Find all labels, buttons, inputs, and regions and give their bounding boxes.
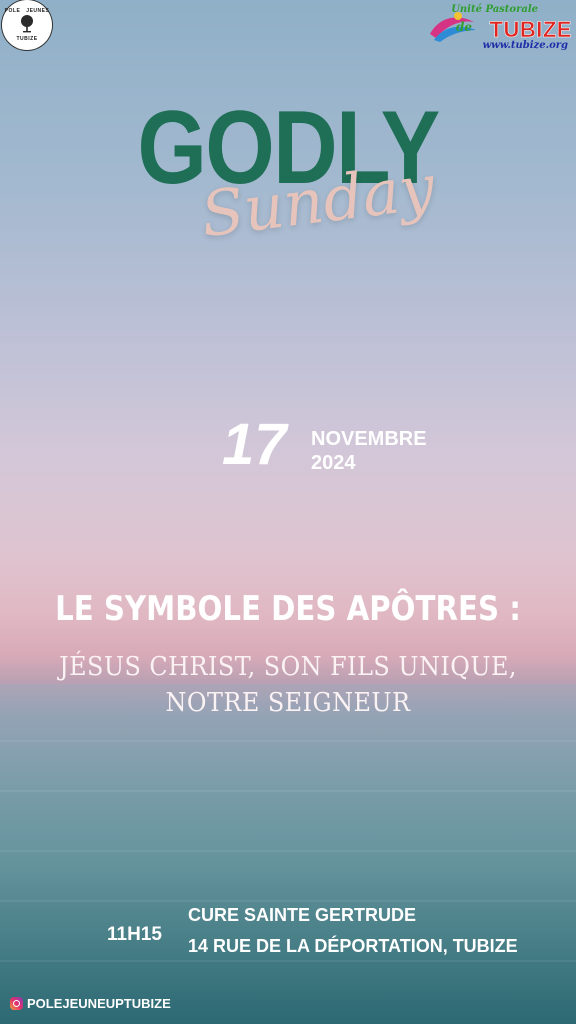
wave-line <box>0 790 576 792</box>
instagram-icon <box>10 997 23 1010</box>
date-month: NOVEMBRE <box>311 428 427 450</box>
logo-unite-pastorale: Unité Pastorale <box>451 4 538 15</box>
event-address: 14 RUE DE LA DÉPORTATION, TUBIZE <box>188 936 518 956</box>
instagram-handle-row[interactable]: POLEJEUNEUPTUBIZE <box>10 996 171 1011</box>
wave-line <box>0 740 576 742</box>
event-place: CURE SAINTE GERTRUDE <box>188 905 417 925</box>
logo-de: de <box>455 20 472 34</box>
theme-line-2: JÉSUS CHRIST, SON FILS UNIQUE, <box>59 652 517 682</box>
wave-line <box>0 850 576 852</box>
wave-line <box>0 900 576 902</box>
event-time: 11H15 <box>107 924 162 945</box>
tree-cross-icon <box>21 15 33 33</box>
pole-jeunes-logo: POLE JEUNES TUBIZE <box>2 0 52 50</box>
instagram-handle: POLEJEUNEUPTUBIZE <box>27 996 171 1011</box>
date-day: 17 <box>222 412 287 477</box>
wave-line <box>0 960 576 962</box>
logo-text-tubize: TUBIZE <box>16 36 38 42</box>
theme-line-3: NOTRE SEIGNEUR <box>165 688 411 718</box>
date-year: 2024 <box>311 452 356 474</box>
theme-heading: LE SYMBOLE DES APÔTRES : <box>55 589 521 629</box>
unite-pastorale-logo: Unité Pastorale de TUBIZE www.tubize.org <box>428 4 572 54</box>
sea-background <box>0 684 576 1024</box>
logo-website: www.tubize.org <box>482 40 568 51</box>
